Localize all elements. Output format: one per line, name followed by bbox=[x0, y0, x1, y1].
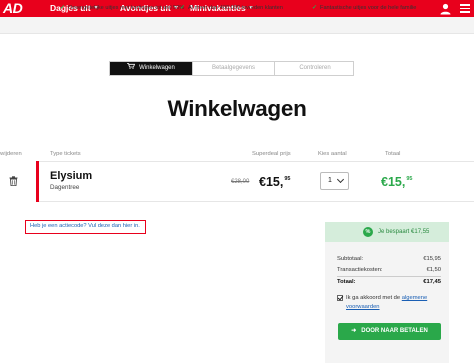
step-betaalgegevens: Betaalgegevens bbox=[192, 62, 274, 75]
quantity-select[interactable]: 1 bbox=[320, 172, 349, 190]
price-cents: 95 bbox=[284, 176, 291, 182]
coupon-code-link[interactable]: Heb je een actiecode? Vul deze dan hier … bbox=[25, 220, 146, 234]
fee-label: Transactiekosten: bbox=[337, 267, 383, 273]
column-header-quantity: Kies aantal bbox=[318, 151, 347, 157]
superdeal-price: €15,95 bbox=[259, 175, 290, 189]
total-row: Totaal: €17,45 bbox=[337, 279, 441, 285]
terms-prefix: Ik ga akkoord met de bbox=[346, 295, 402, 301]
item-total-price: €15,95 bbox=[381, 175, 412, 189]
usp-item: ✓ Fantastische uitjes voor de hele famili… bbox=[312, 0, 416, 17]
transaction-fee-row: Transactiekosten: €1,50 bbox=[337, 267, 441, 273]
subtotal-label: Subtotaal: bbox=[337, 256, 364, 262]
step-label: Winkelwagen bbox=[139, 65, 175, 71]
total-value: €17,45 bbox=[423, 279, 441, 285]
item-ticket-type: Dagentree bbox=[50, 184, 80, 191]
total-label: Totaal: bbox=[337, 279, 356, 285]
check-icon: ✓ bbox=[312, 5, 318, 11]
subtotal-value: €15,95 bbox=[423, 256, 441, 262]
usp-text: Onvergetelijke uitjes met kortingen tot … bbox=[68, 5, 185, 11]
percent-icon: % bbox=[363, 227, 373, 237]
check-icon: ✓ bbox=[180, 5, 186, 11]
subtotal-row: Subtotaal: €15,95 bbox=[337, 256, 441, 262]
old-price: €28,00 bbox=[231, 179, 250, 185]
arrow-right-icon: ➜ bbox=[351, 328, 357, 334]
terms-label: Ik ga akkoord met de algemene voorwaarde… bbox=[346, 294, 444, 311]
cart-icon bbox=[127, 63, 136, 70]
divider bbox=[337, 276, 441, 277]
step-controleren: Controleren bbox=[274, 62, 355, 75]
usp-item: ✓ Onvergetelijke uitjes met kortingen tot… bbox=[60, 0, 184, 17]
fee-value: €1,50 bbox=[426, 267, 441, 273]
row-accent-bar bbox=[36, 161, 39, 202]
trash-icon[interactable] bbox=[9, 176, 18, 186]
saving-text: Je bespaart €17,55 bbox=[378, 229, 430, 235]
usp-bar bbox=[0, 17, 474, 34]
usp-item: ✓ Al meer dan 400.000 tevreden klanten bbox=[180, 0, 283, 17]
terms-checkbox[interactable] bbox=[337, 295, 343, 301]
chevron-down-icon bbox=[336, 175, 345, 184]
pay-button-label: DOOR NAAR BETALEN bbox=[361, 328, 428, 334]
column-header-remove: erwijderen bbox=[0, 151, 22, 157]
usp-text: Fantastische uitjes voor de hele familie bbox=[320, 5, 417, 11]
quantity-value: 1 bbox=[328, 177, 332, 184]
total-cents: 95 bbox=[406, 176, 413, 182]
item-name: Elysium bbox=[50, 170, 93, 182]
page-title: Winkelwagen bbox=[167, 96, 307, 121]
hamburger-menu-icon[interactable] bbox=[460, 4, 470, 13]
column-header-price: Superdeal prijs bbox=[252, 151, 291, 157]
continue-to-payment-button[interactable]: ➜ DOOR NAAR BETALEN bbox=[338, 323, 441, 340]
usp-text: Al meer dan 400.000 tevreden klanten bbox=[188, 5, 283, 11]
user-icon[interactable] bbox=[439, 2, 452, 15]
check-icon: ✓ bbox=[60, 5, 66, 11]
total-main: €15, bbox=[381, 175, 406, 189]
price-main: €15, bbox=[259, 175, 284, 189]
step-winkelwagen: Winkelwagen bbox=[110, 62, 192, 75]
column-header-total: Totaal bbox=[385, 151, 401, 157]
column-header-type: Type tickets bbox=[50, 151, 81, 157]
ad-logo[interactable]: AD bbox=[0, 0, 33, 17]
checkout-steps: Winkelwagen Betaalgegevens Controleren bbox=[109, 61, 354, 76]
